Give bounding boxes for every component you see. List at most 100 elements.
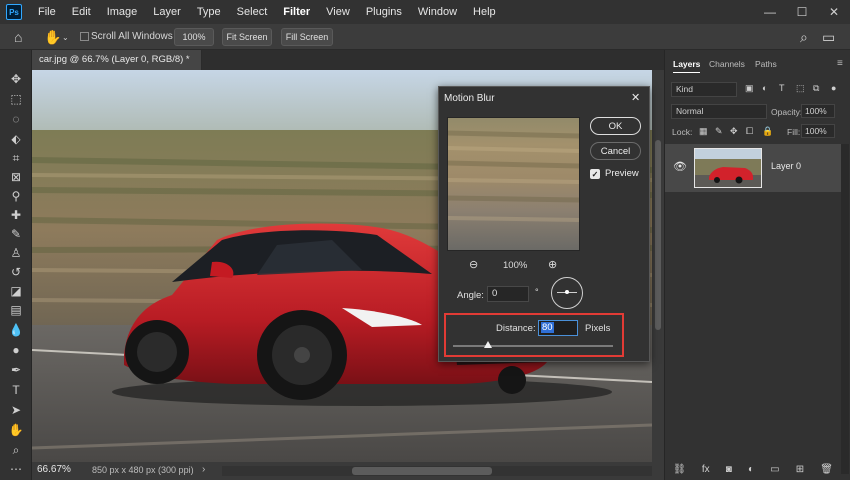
menu-type[interactable]: Type [189, 0, 229, 24]
eraser-tool-icon[interactable]: ◪ [7, 282, 25, 300]
distance-slider-thumb[interactable] [484, 341, 493, 348]
object-select-tool-icon[interactable]: ⬖ [7, 130, 25, 148]
fill-label: Fill: [787, 127, 801, 137]
minimize-button[interactable]: — [754, 5, 786, 19]
horizontal-scrollbar-thumb[interactable] [352, 467, 492, 475]
menu-file[interactable]: File [30, 0, 64, 24]
gradient-tool-icon[interactable]: ▤ [7, 301, 25, 319]
menu-select[interactable]: Select [229, 0, 276, 24]
close-icon[interactable]: ✕ [631, 91, 640, 104]
hand-tool-icon[interactable]: ✋ [7, 421, 25, 439]
tools-panel: ✥ ⬚ ◌ ⬖ ⌗ ⊠ ⚲ ✚ ✎ ♙ ↺ ◪ ▤ 💧 ● ✒ T ➤ ✋ ⌕ … [0, 50, 32, 480]
maximize-button[interactable]: ☐ [786, 5, 818, 19]
zoom-in-icon[interactable]: ⊕ [548, 258, 557, 271]
frame-tool-icon[interactable]: ⊠ [7, 168, 25, 186]
zoom-out-icon[interactable]: ⊖ [469, 258, 478, 271]
type-tool-icon[interactable]: T [7, 381, 25, 399]
history-brush-tool-icon[interactable]: ↺ [7, 263, 25, 281]
hand-tool-icon[interactable]: ✋ [44, 29, 61, 46]
new-group-icon[interactable]: ▭ [770, 464, 779, 475]
blend-mode-select[interactable]: Normal [671, 104, 767, 119]
document-tab[interactable]: car.jpg @ 66.7% (Layer 0, RGB/8) * ✕ [32, 50, 202, 85]
dodge-tool-icon[interactable]: ● [7, 341, 25, 359]
adjustment-filter-icon[interactable]: ◐ [762, 83, 767, 93]
adjustment-layer-icon[interactable]: ◐ [748, 464, 754, 475]
fit-screen-button[interactable]: Fit Screen [222, 28, 272, 46]
photoshop-logo-icon[interactable]: Ps [6, 4, 22, 20]
lasso-tool-icon[interactable]: ◌ [7, 110, 25, 128]
status-menu-arrow-icon[interactable]: › [202, 464, 205, 475]
more-tools-icon[interactable]: ⋯ [7, 460, 25, 478]
menu-image[interactable]: Image [99, 0, 146, 24]
menu-layer[interactable]: Layer [145, 0, 189, 24]
tab-layers[interactable]: Layers [673, 59, 701, 73]
cancel-button[interactable]: Cancel [590, 142, 641, 160]
move-tool-icon[interactable]: ✥ [7, 70, 25, 88]
blur-tool-icon[interactable]: 💧 [7, 321, 25, 339]
menu-plugins[interactable]: Plugins [358, 0, 410, 24]
brush-tool-icon[interactable]: ✎ [7, 225, 25, 243]
zoom-100-button[interactable]: 100% [174, 28, 214, 46]
layers-panel-scrollbar[interactable] [841, 144, 849, 474]
chevron-down-icon[interactable]: ⌄ [62, 33, 69, 42]
vertical-scrollbar-thumb[interactable] [655, 140, 661, 330]
menu-window[interactable]: Window [410, 0, 465, 24]
tab-channels[interactable]: Channels [709, 59, 745, 69]
marquee-tool-icon[interactable]: ⬚ [7, 90, 25, 108]
visibility-eye-icon[interactable]: 👁 [673, 160, 687, 173]
ok-button[interactable]: OK [590, 117, 641, 135]
layer-name[interactable]: Layer 0 [771, 161, 801, 171]
layers-panel: Layers Channels Paths ≡ Kind ▣ ◐ T ⬚ ⧉ ●… [664, 50, 850, 480]
type-filter-icon[interactable]: T [779, 83, 785, 93]
fill-value: 100% [805, 126, 827, 136]
filter-preview[interactable] [447, 117, 580, 251]
search-icon[interactable]: ⌕ [800, 29, 808, 46]
clone-stamp-tool-icon[interactable]: ♙ [7, 244, 25, 262]
menu-help[interactable]: Help [465, 0, 504, 24]
degree-symbol: ° [535, 287, 539, 297]
scroll-all-windows-label: Scroll All Windows [91, 31, 173, 42]
fill-screen-button[interactable]: Fill Screen [281, 28, 333, 46]
layer-row[interactable]: 👁 Layer 0 [665, 144, 841, 192]
opacity-field[interactable]: 100% [801, 104, 835, 118]
home-icon[interactable]: ⌂ [14, 29, 22, 45]
lock-position-icon[interactable]: ✥ [730, 126, 738, 137]
pixel-filter-icon[interactable]: ▣ [745, 83, 754, 94]
pen-tool-icon[interactable]: ✒ [7, 361, 25, 379]
distance-slider-track[interactable] [453, 345, 613, 347]
shape-filter-icon[interactable]: ⬚ [796, 83, 805, 94]
angle-input[interactable]: 0 [487, 286, 529, 302]
layer-style-icon[interactable]: fx [702, 464, 710, 475]
fill-field[interactable]: 100% [801, 124, 835, 138]
lock-all-icon[interactable]: 🔒 [762, 126, 773, 137]
distance-input[interactable]: 80 [538, 320, 578, 336]
link-layers-icon[interactable]: ⛓ [673, 464, 686, 475]
preview-label: Preview [605, 168, 639, 179]
menu-edit[interactable]: Edit [64, 0, 99, 24]
smart-object-filter-icon[interactable]: ⧉ [813, 83, 819, 94]
zoom-readout[interactable]: 66.67% [37, 464, 71, 475]
workspace-icon[interactable]: ▭ [822, 29, 835, 46]
tab-paths[interactable]: Paths [755, 59, 777, 69]
filter-toggle-icon[interactable]: ● [831, 83, 836, 93]
kind-filter-select[interactable]: Kind [671, 82, 737, 97]
healing-brush-tool-icon[interactable]: ✚ [7, 206, 25, 224]
lock-transparent-icon[interactable]: ▦ [699, 126, 708, 137]
menu-filter[interactable]: Filter [275, 0, 318, 24]
lock-image-icon[interactable]: ✎ [715, 126, 723, 137]
path-selection-tool-icon[interactable]: ➤ [7, 401, 25, 419]
zoom-tool-icon[interactable]: ⌕ [7, 441, 25, 459]
menu-view[interactable]: View [318, 0, 358, 24]
delete-layer-icon[interactable]: 🗑 [820, 464, 833, 475]
crop-tool-icon[interactable]: ⌗ [7, 149, 25, 167]
eyedropper-tool-icon[interactable]: ⚲ [7, 187, 25, 205]
panel-menu-icon[interactable]: ≡ [837, 58, 843, 69]
opacity-value: 100% [805, 106, 827, 116]
close-window-button[interactable]: ✕ [818, 5, 850, 19]
new-layer-icon[interactable]: ⊞ [796, 464, 804, 475]
preview-image [447, 130, 580, 222]
lock-artboard-icon[interactable]: ⧠ [746, 126, 753, 137]
add-mask-icon[interactable]: ◙ [726, 464, 732, 475]
scroll-all-windows-checkbox[interactable] [80, 32, 89, 41]
preview-checkbox[interactable]: ✓ [590, 169, 600, 179]
